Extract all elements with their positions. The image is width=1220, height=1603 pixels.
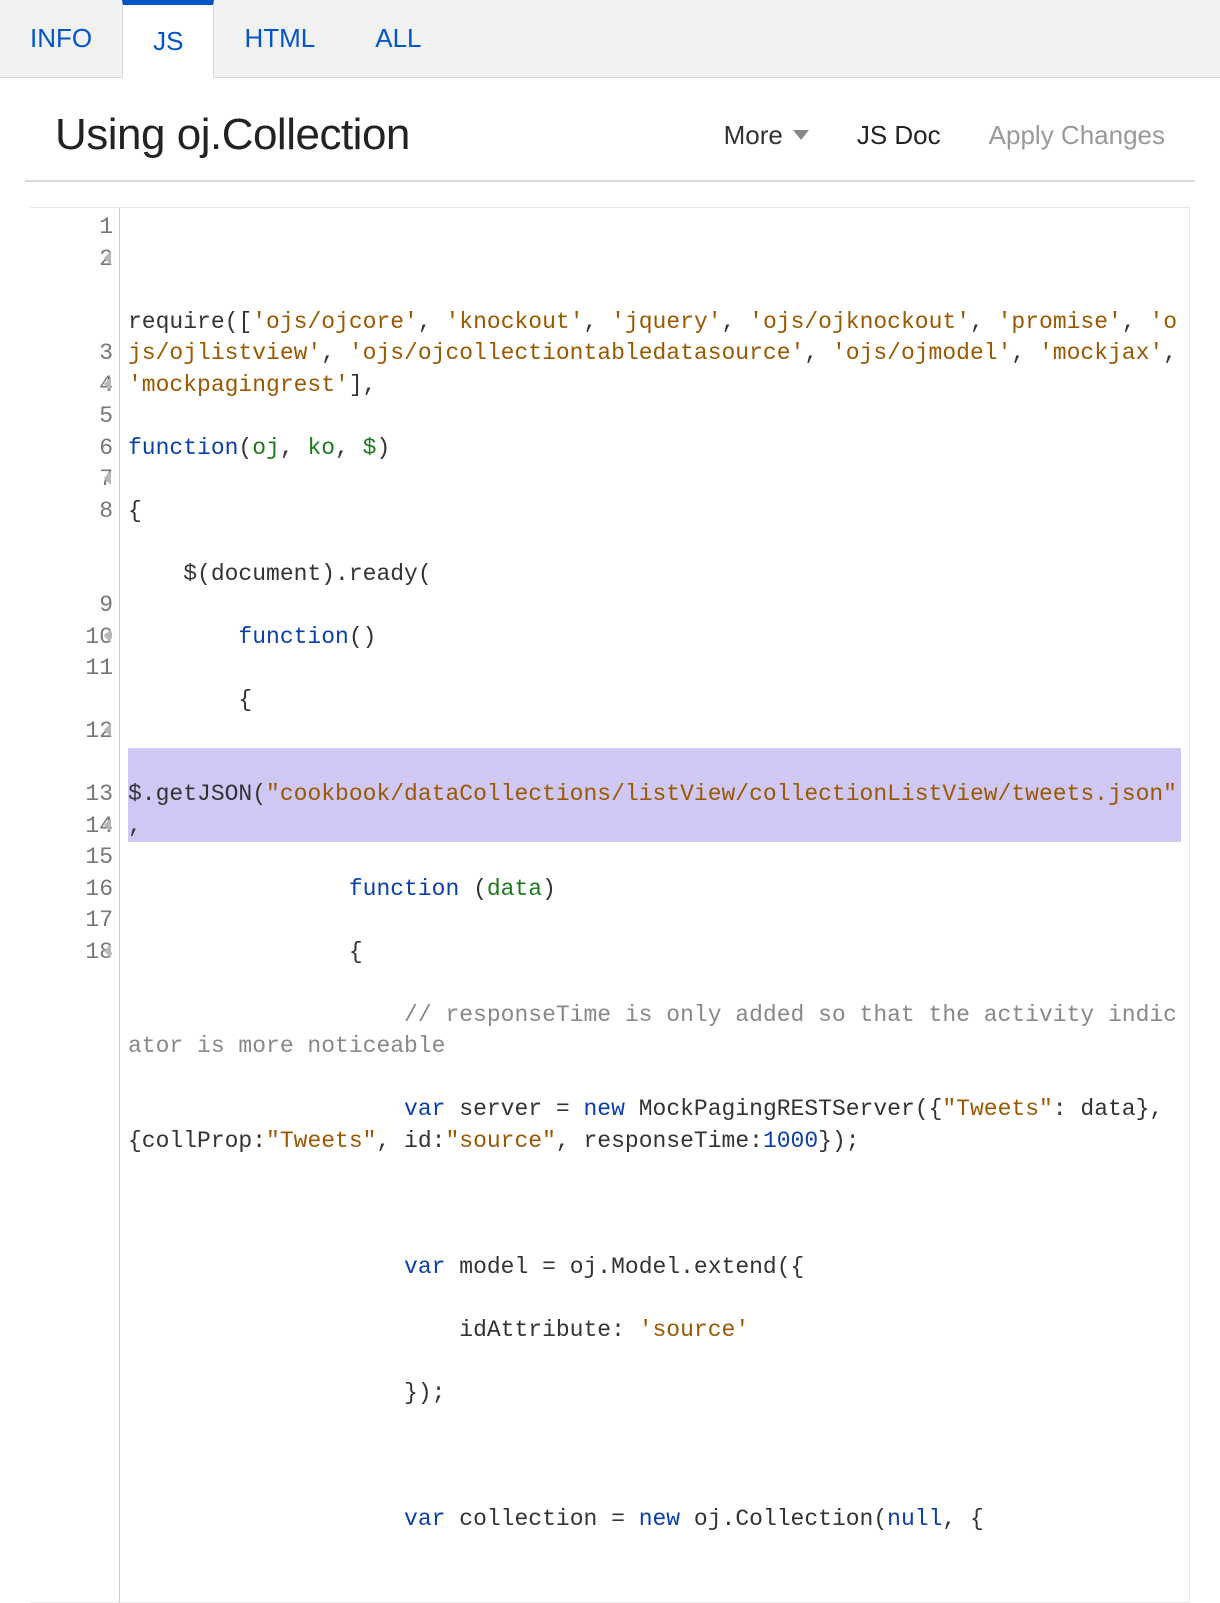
- gutter-line: [30, 275, 113, 338]
- code-line: function (data): [128, 874, 1181, 906]
- tabs-bar: INFO JS HTML ALL: [0, 0, 1220, 78]
- chevron-down-icon: [793, 130, 809, 140]
- code-line: [128, 1441, 1181, 1473]
- code-line-selected: $.getJSON("cookbook/dataCollections/list…: [128, 748, 1181, 843]
- gutter-line: 14: [30, 811, 113, 843]
- gutter-line: [30, 685, 113, 717]
- gutter: 1 2 3 4 5 6 7 8 9 10 11 12 13 14 15 16 1…: [30, 208, 120, 1602]
- gutter-line: 1: [30, 212, 113, 244]
- gutter-line: 18: [30, 937, 113, 969]
- gutter-line: 17: [30, 905, 113, 937]
- tab-info[interactable]: INFO: [0, 0, 122, 77]
- gutter-line: 10: [30, 622, 113, 654]
- gutter-line: 7: [30, 464, 113, 496]
- code-line: {: [128, 937, 1181, 969]
- gutter-line: 2: [30, 244, 113, 276]
- gutter-line: 9: [30, 590, 113, 622]
- code-line: function(oj, ko, $): [128, 433, 1181, 465]
- code-line: {: [128, 685, 1181, 717]
- gutter-line: 3: [30, 338, 113, 370]
- code-line: // responseTime is only added so that th…: [128, 1000, 1181, 1063]
- code-line: {: [128, 496, 1181, 528]
- code-line: function(): [128, 622, 1181, 654]
- gutter-line: 15: [30, 842, 113, 874]
- more-label: More: [724, 120, 783, 151]
- tab-js[interactable]: JS: [122, 0, 214, 78]
- jsdoc-button[interactable]: JS Doc: [857, 120, 941, 151]
- gutter-line: 11: [30, 653, 113, 685]
- gutter-line: 16: [30, 874, 113, 906]
- code-line: idAttribute: 'source': [128, 1315, 1181, 1347]
- code-line: require(['ojs/ojcore', 'knockout', 'jque…: [128, 307, 1181, 402]
- header-actions: More JS Doc Apply Changes: [724, 120, 1165, 151]
- page-title: Using oj.Collection: [55, 110, 724, 160]
- code-line: [128, 1189, 1181, 1221]
- more-button[interactable]: More: [724, 120, 809, 151]
- gutter-line: 5: [30, 401, 113, 433]
- code-line: var server = new MockPagingRESTServer({"…: [128, 1094, 1181, 1157]
- gutter-line: 6: [30, 433, 113, 465]
- code-line: $(document).ready(: [128, 559, 1181, 591]
- gutter-line: 8: [30, 496, 113, 528]
- code-area[interactable]: require(['ojs/ojcore', 'knockout', 'jque…: [120, 208, 1189, 1602]
- code-editor[interactable]: 1 2 3 4 5 6 7 8 9 10 11 12 13 14 15 16 1…: [30, 207, 1190, 1603]
- code-line: var model = oj.Model.extend({: [128, 1252, 1181, 1284]
- gutter-line: [30, 748, 113, 780]
- tab-html[interactable]: HTML: [214, 0, 345, 77]
- code-line: var collection = new oj.Collection(null,…: [128, 1504, 1181, 1536]
- header-bar: Using oj.Collection More JS Doc Apply Ch…: [25, 78, 1195, 182]
- apply-changes-button[interactable]: Apply Changes: [989, 120, 1165, 151]
- gutter-line: 4: [30, 370, 113, 402]
- gutter-line: 12: [30, 716, 113, 748]
- tab-all[interactable]: ALL: [345, 0, 451, 77]
- gutter-line: 13: [30, 779, 113, 811]
- code-line: [128, 244, 1181, 276]
- code-line: });: [128, 1378, 1181, 1410]
- gutter-line: [30, 527, 113, 590]
